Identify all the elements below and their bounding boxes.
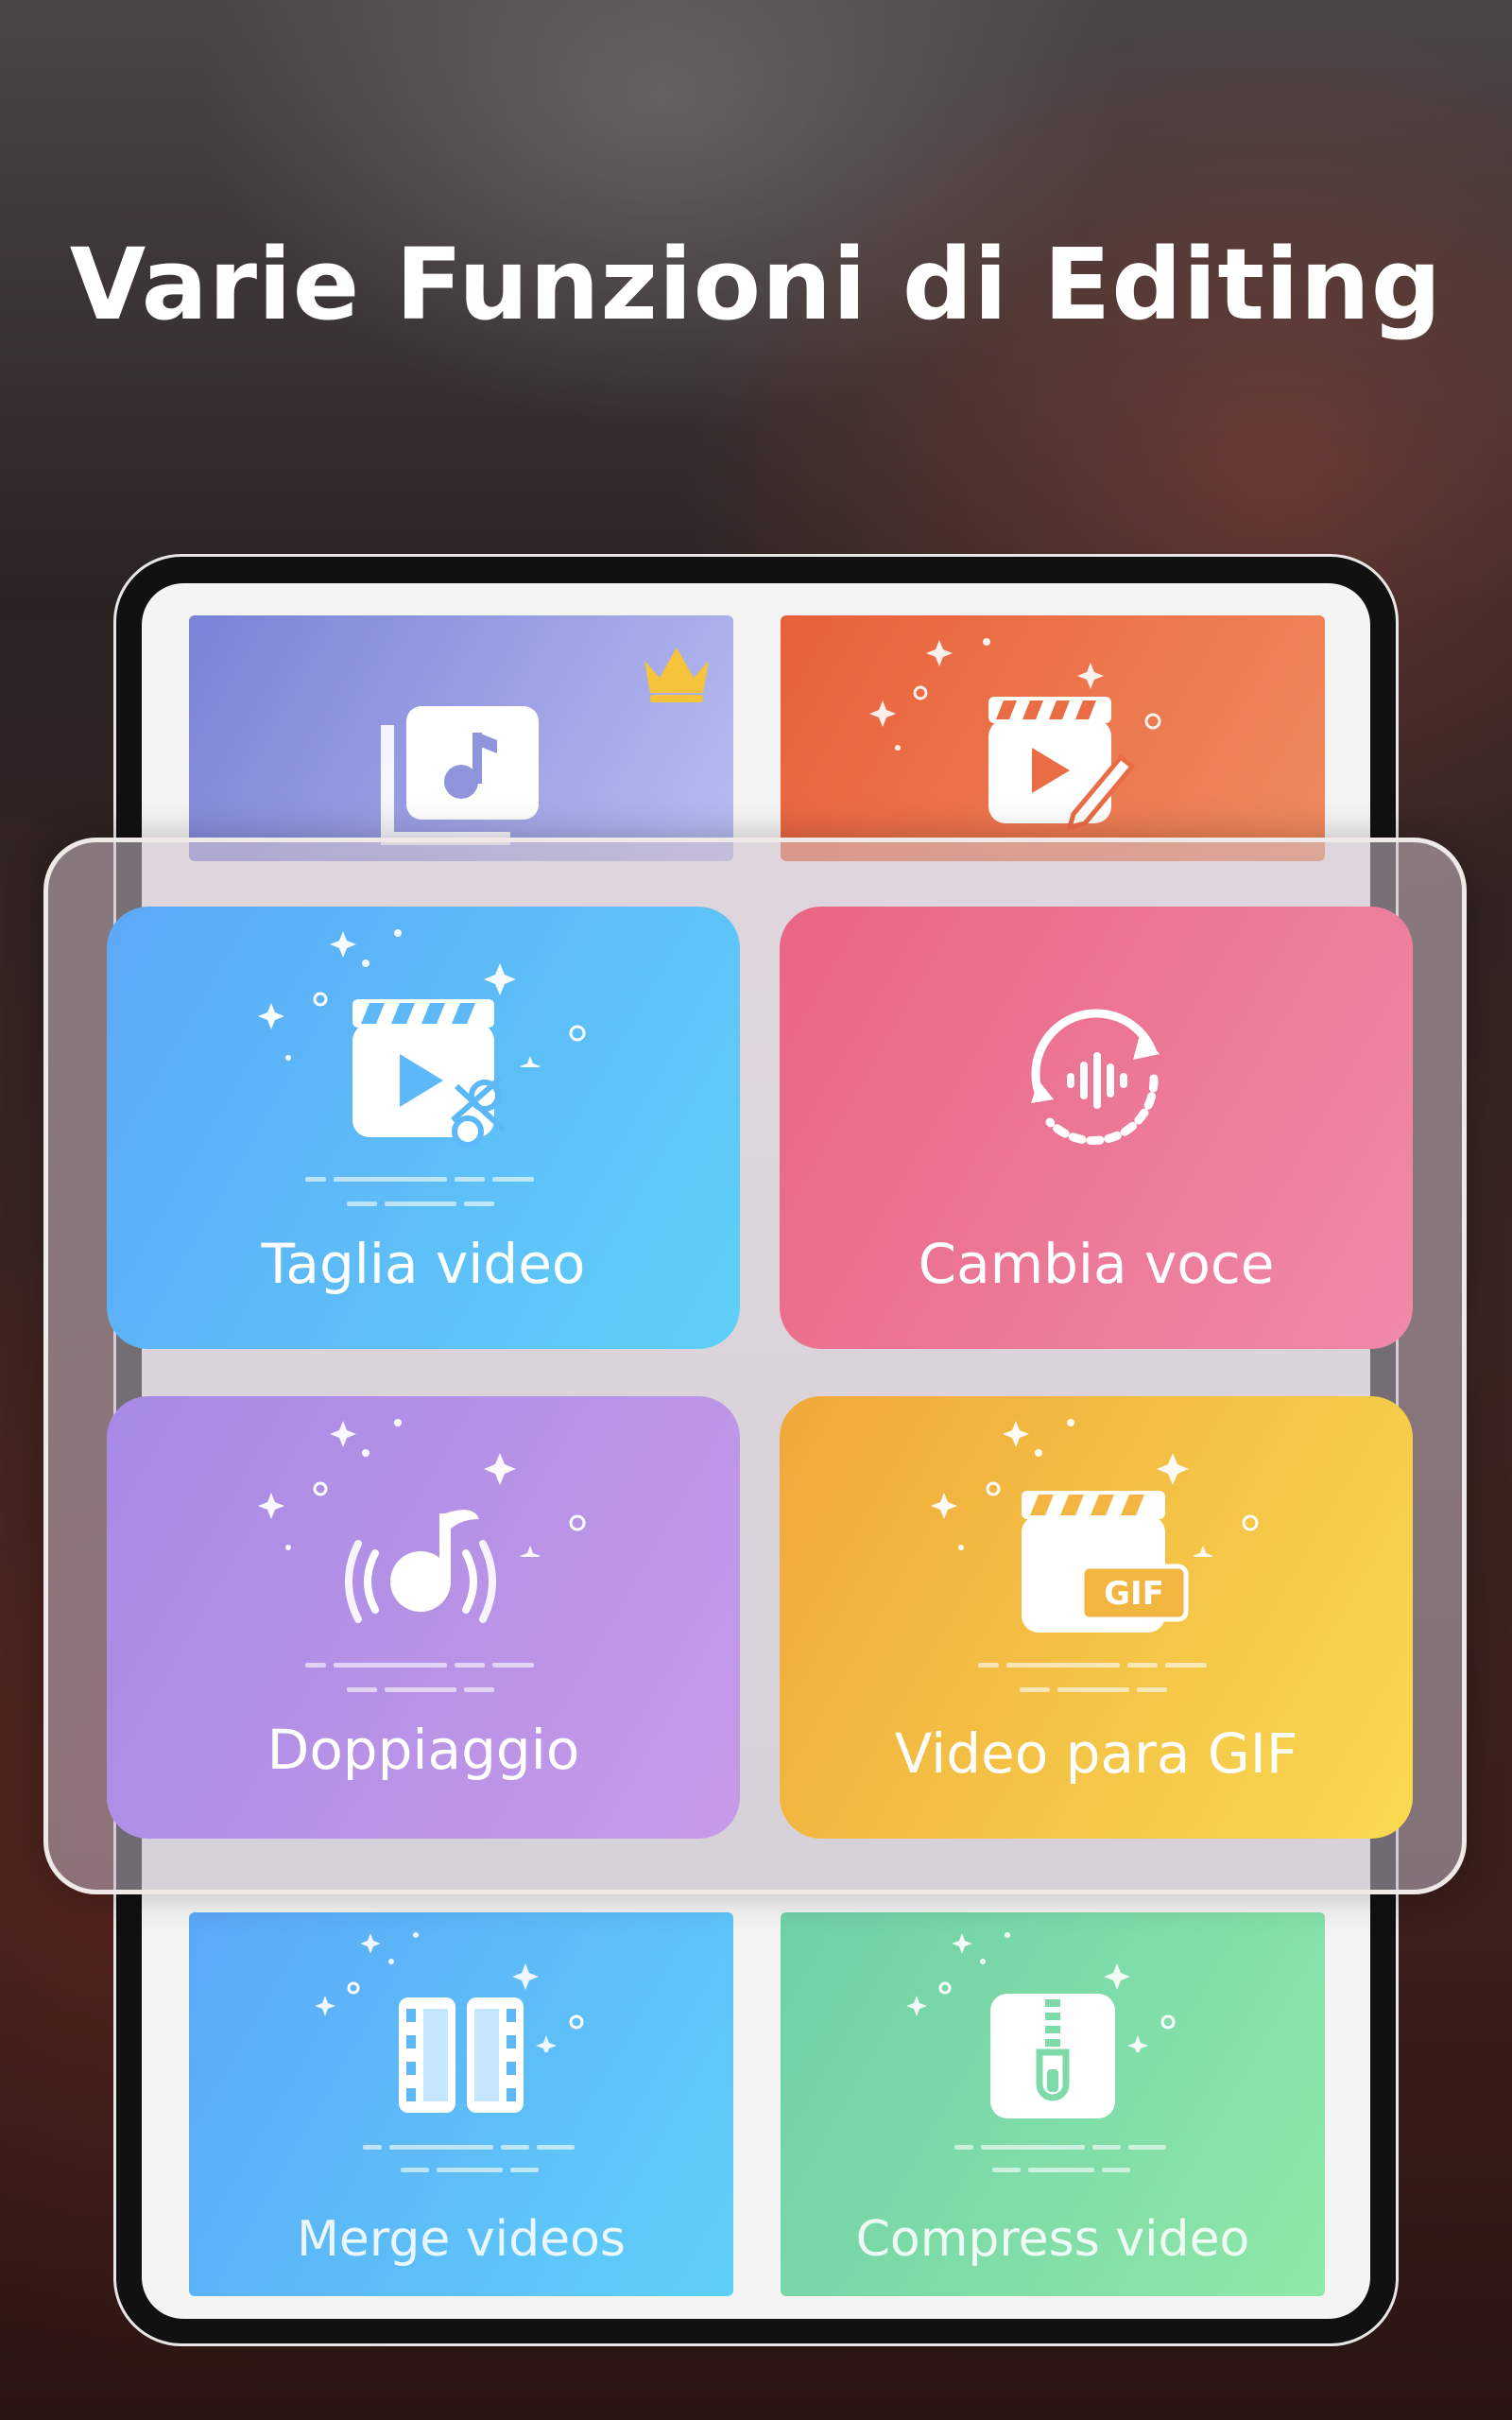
video-to-gif-icon: GIF xyxy=(1022,1491,1189,1633)
placeholder-lines-decoration xyxy=(954,2145,1166,2172)
placeholder-lines-decoration xyxy=(305,1663,534,1692)
card-doppiaggio[interactable]: Doppiaggio xyxy=(107,1396,740,1839)
svg-text:GIF: GIF xyxy=(1104,1575,1164,1613)
headline: Varie Funzioni di Editing xyxy=(69,227,1443,342)
card-cambia-voce[interactable]: Cambia voce xyxy=(780,907,1413,1349)
placeholder-lines-decoration xyxy=(363,2145,575,2172)
doppiaggio-label: Doppiaggio xyxy=(266,1718,580,1782)
tile-music-library[interactable] xyxy=(189,615,733,861)
card-video-para-gif[interactable]: GIF Video para GIF xyxy=(780,1396,1413,1839)
music-library-icon xyxy=(381,706,539,845)
compress-video-icon xyxy=(990,1994,1115,2118)
cambia-voce-label: Cambia voce xyxy=(918,1232,1275,1296)
placeholder-lines-decoration xyxy=(978,1663,1207,1692)
tile-merge-videos[interactable]: Merge videos xyxy=(189,1912,733,2296)
video-edit-icon xyxy=(988,697,1136,831)
crown-icon xyxy=(644,648,709,702)
merge-videos-label: Merge videos xyxy=(297,2211,626,2268)
card-taglia-video[interactable]: Taglia video xyxy=(107,907,740,1349)
tile-compress-video[interactable]: Compress video xyxy=(781,1912,1325,2296)
video-cut-icon xyxy=(352,999,507,1148)
compress-video-label: Compress video xyxy=(855,2211,1250,2268)
video-para-gif-label: Video para GIF xyxy=(894,1721,1298,1786)
placeholder-lines-decoration xyxy=(305,1177,534,1206)
highlight-panel: Taglia video Cambia voce Doppiaggio GIF … xyxy=(43,838,1467,1894)
taglia-video-label: Taglia video xyxy=(261,1232,586,1296)
merge-videos-icon xyxy=(399,1997,524,2113)
dubbing-icon xyxy=(345,1510,496,1623)
voice-change-icon xyxy=(1031,1009,1160,1146)
tile-video-edit[interactable] xyxy=(781,615,1325,861)
